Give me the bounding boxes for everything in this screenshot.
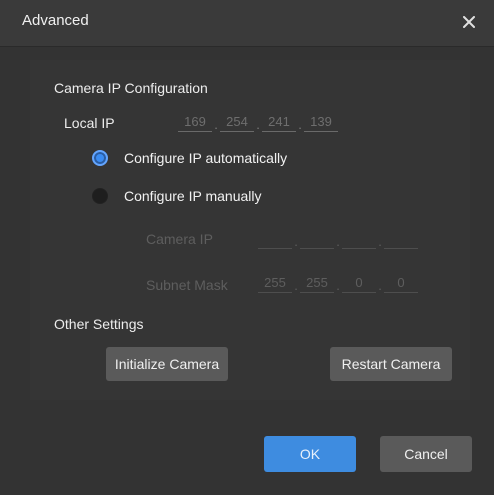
configure-manual-label: Configure IP manually <box>124 188 262 204</box>
local-ip-field: 169 . 254 . 241 . 139 <box>178 113 338 132</box>
subnet-octet-2[interactable]: 255 <box>300 274 334 293</box>
camera-ip-octet-2[interactable] <box>300 230 334 249</box>
restart-camera-button[interactable]: Restart Camera <box>330 347 452 381</box>
configure-auto-option[interactable]: Configure IP automatically <box>92 150 287 166</box>
configure-auto-label: Configure IP automatically <box>124 150 288 166</box>
local-ip-octet-1: 169 <box>178 113 212 132</box>
local-ip-octet-3: 241 <box>262 113 296 132</box>
camera-ip-octet-4[interactable] <box>384 230 418 249</box>
camera-ip-field[interactable]: . . . <box>258 230 418 249</box>
close-icon <box>463 16 475 28</box>
configure-manual-option[interactable]: Configure IP manually <box>92 188 261 204</box>
radio-manual[interactable] <box>92 188 108 204</box>
initialize-camera-button[interactable]: Initialize Camera <box>106 347 228 381</box>
cancel-button[interactable]: Cancel <box>380 436 472 472</box>
local-ip-octet-2: 254 <box>220 113 254 132</box>
advanced-dialog: Advanced Camera IP Configuration Local I… <box>0 0 494 495</box>
ok-button[interactable]: OK <box>264 436 356 472</box>
radio-auto[interactable] <box>92 150 108 166</box>
subnet-octet-4[interactable]: 0 <box>384 274 418 293</box>
other-settings-heading: Other Settings <box>54 316 144 332</box>
local-ip-octet-4: 139 <box>304 113 338 132</box>
camera-ip-config-heading: Camera IP Configuration <box>54 80 208 96</box>
camera-ip-octet-3[interactable] <box>342 230 376 249</box>
camera-ip-octet-1[interactable] <box>258 230 292 249</box>
local-ip-label: Local IP <box>64 115 115 131</box>
close-button[interactable] <box>458 11 480 33</box>
subnet-octet-3[interactable]: 0 <box>342 274 376 293</box>
dialog-title: Advanced <box>22 12 89 29</box>
camera-ip-label: Camera IP <box>146 231 213 247</box>
subnet-mask-label: Subnet Mask <box>146 277 228 293</box>
subnet-mask-field[interactable]: 255 . 255 . 0 . 0 <box>258 274 418 293</box>
title-bar: Advanced <box>0 0 494 47</box>
subnet-octet-1[interactable]: 255 <box>258 274 292 293</box>
settings-panel: Camera IP Configuration Local IP 169 . 2… <box>30 60 470 400</box>
